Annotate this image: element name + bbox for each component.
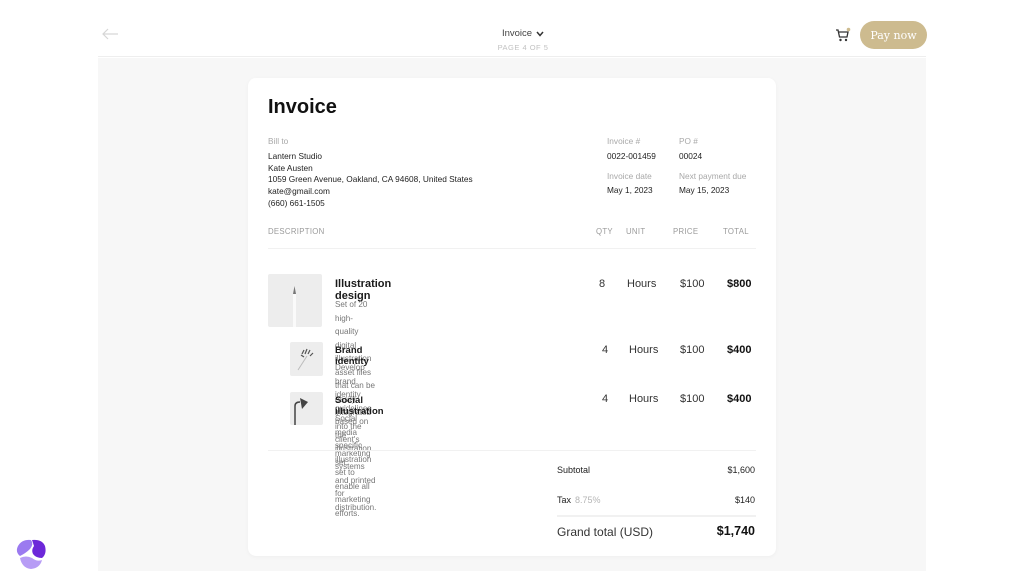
po-number: 00024 <box>679 150 703 161</box>
item-total: $400 <box>727 393 752 405</box>
bill-to-address: 1059 Green Avenue, Oakland, CA 94608, Un… <box>268 174 473 185</box>
item-total: $800 <box>727 278 752 290</box>
item-price: $100 <box>680 393 705 405</box>
tax-rate: 8.75% <box>575 495 601 505</box>
app-logo-icon <box>16 539 46 569</box>
tax-label: Tax <box>557 495 572 505</box>
invoice-number: 0022-001459 <box>607 150 656 161</box>
subtotal-value: $1,600 <box>727 465 755 475</box>
leaf-icon <box>297 348 314 371</box>
bill-to-email: kate@gmail.com <box>268 186 330 197</box>
document-switcher[interactable]: Invoice <box>502 28 544 39</box>
bill-to-company: Lantern Studio <box>268 150 322 161</box>
item-unit: Hours <box>629 393 659 405</box>
bill-to-block: Bill to Lantern Studio Kate Austen 1059 … <box>268 136 473 210</box>
item-unit: Hours <box>629 344 659 356</box>
item-price: $100 <box>680 278 705 290</box>
cart-button[interactable] <box>835 27 851 43</box>
item-thumbnail <box>290 392 323 425</box>
item-thumbnail <box>290 342 323 376</box>
column-price: PRICE <box>673 227 699 236</box>
column-description: DESCRIPTION <box>268 227 325 236</box>
column-unit: UNIT <box>626 227 646 236</box>
document-title: Invoice <box>501 28 533 39</box>
app-logo <box>12 536 50 572</box>
invoice-number-label: Invoice # <box>607 136 641 146</box>
chevron-down-icon <box>536 31 544 37</box>
item-price: $100 <box>680 344 705 356</box>
subtotal-label: Subtotal <box>557 465 591 475</box>
tax-label-group: Tax 8.75% <box>557 495 601 505</box>
tax-value: $140 <box>734 495 755 505</box>
document-title-group: Invoice PAGE 4 OF 5 <box>488 23 558 52</box>
item-qty: 8 <box>599 278 606 290</box>
grand-total-label: Grand total (USD) <box>557 525 654 539</box>
arrow-left-icon <box>102 28 118 40</box>
item-description: Social media specific illustration set t… <box>335 414 372 518</box>
column-total: TOTAL <box>723 227 749 236</box>
cart-icon <box>836 27 851 42</box>
invoice-heading: Invoice <box>268 96 337 118</box>
invoice-date-label: Invoice date <box>607 170 652 181</box>
invoice-meta-right: PO # 00024 Next payment due May 15, 2023 <box>679 136 746 205</box>
next-payment-label: Next payment due <box>679 170 747 181</box>
item-thumbnail <box>268 274 322 327</box>
item-qty: 4 <box>602 344 609 356</box>
top-bar: Invoice PAGE 4 OF 5 Pay now <box>98 14 927 57</box>
items-divider <box>268 450 756 451</box>
po-label: PO # <box>679 136 698 146</box>
invoice-meta-left: Invoice # 0022-001459 Invoice date May 1… <box>607 136 656 205</box>
bill-to-label: Bill to <box>268 136 289 146</box>
back-button[interactable] <box>100 26 120 42</box>
next-payment-date: May 15, 2023 <box>679 185 730 196</box>
summary-divider <box>557 515 756 517</box>
header-divider <box>268 248 756 249</box>
pen-icon <box>293 286 296 327</box>
page-indicator: PAGE 4 OF 5 <box>497 43 549 52</box>
item-unit: Hours <box>627 278 657 290</box>
grand-total-value: $1,740 <box>716 524 755 538</box>
lamp-icon <box>294 398 308 425</box>
pay-now-button[interactable]: Pay now <box>860 21 927 49</box>
item-total: $400 <box>727 344 752 356</box>
bill-to-phone: (660) 661-1505 <box>268 197 325 208</box>
bill-to-name: Kate Austen <box>268 162 313 173</box>
item-qty: 4 <box>602 393 609 405</box>
invoice-card: Invoice Bill to Lantern Studio Kate Aust… <box>248 78 776 556</box>
column-qty: QTY <box>596 227 613 236</box>
invoice-date: May 1, 2023 <box>607 185 653 196</box>
